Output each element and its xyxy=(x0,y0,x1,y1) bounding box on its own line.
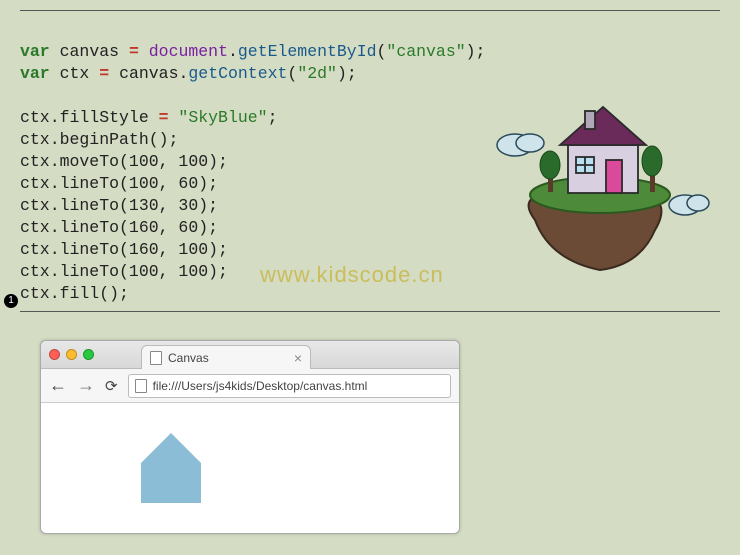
identifier: canvas xyxy=(119,64,178,83)
paren-open: ( xyxy=(287,64,297,83)
code-line: ctx.lineTo(130, 30); xyxy=(20,196,218,215)
identifier: canvas xyxy=(60,42,119,61)
forward-button[interactable]: → xyxy=(77,375,95,396)
url-text: file:///Users/js4kids/Desktop/canvas.htm… xyxy=(153,379,368,393)
tab-title: Canvas xyxy=(168,351,209,365)
code-line: ctx.beginPath(); xyxy=(20,130,178,149)
dot: . xyxy=(178,64,188,83)
code-line: ctx.fillStyle xyxy=(20,108,159,127)
file-icon xyxy=(135,379,147,393)
paren-open: ( xyxy=(377,42,387,61)
paren-close: ); xyxy=(337,64,357,83)
string-literal: "canvas" xyxy=(386,42,465,61)
file-icon xyxy=(150,351,162,365)
code-line: ctx.lineTo(100, 100); xyxy=(20,262,228,281)
paren-close: ); xyxy=(466,42,486,61)
code-line: ctx.lineTo(160, 60); xyxy=(20,218,218,237)
code-line: ctx.lineTo(160, 100); xyxy=(20,240,228,259)
method: getContext xyxy=(188,64,287,83)
code-line: ctx.fill(); xyxy=(20,284,129,303)
browser-viewport xyxy=(41,403,459,533)
canvas-output xyxy=(41,403,241,533)
rendered-shape xyxy=(141,433,201,503)
code-line: ctx.moveTo(100, 100); xyxy=(20,152,228,171)
minimize-icon[interactable] xyxy=(66,349,77,360)
keyword-var: var xyxy=(20,64,50,83)
operator: = xyxy=(159,108,169,127)
maximize-icon[interactable] xyxy=(83,349,94,360)
close-icon[interactable] xyxy=(49,349,60,360)
operator: = xyxy=(129,42,139,61)
object-document: document xyxy=(149,42,228,61)
house-illustration xyxy=(490,65,710,275)
semicolon: ; xyxy=(268,108,278,127)
dot: . xyxy=(228,42,238,61)
method: getElementById xyxy=(238,42,377,61)
code-line: ctx.lineTo(100, 60); xyxy=(20,174,218,193)
back-button[interactable]: ← xyxy=(49,375,67,396)
browser-window: Canvas × ← → ⟳ file:///Users/js4kids/Des… xyxy=(40,340,460,534)
identifier: ctx xyxy=(60,64,90,83)
reload-button[interactable]: ⟳ xyxy=(105,377,118,395)
keyword-var: var xyxy=(20,42,50,61)
callout-badge: 1 xyxy=(4,294,18,308)
browser-toolbar: ← → ⟳ file:///Users/js4kids/Desktop/canv… xyxy=(41,369,459,403)
operator: = xyxy=(99,64,109,83)
browser-tab[interactable]: Canvas × xyxy=(141,345,311,369)
tab-close-icon[interactable]: × xyxy=(294,350,302,366)
watermark-text: www.kidscode.cn xyxy=(260,262,444,288)
string-literal: "SkyBlue" xyxy=(169,108,268,127)
string-literal: "2d" xyxy=(297,64,337,83)
address-bar[interactable]: file:///Users/js4kids/Desktop/canvas.htm… xyxy=(128,374,451,398)
browser-titlebar: Canvas × xyxy=(41,341,459,369)
traffic-lights xyxy=(49,349,94,360)
